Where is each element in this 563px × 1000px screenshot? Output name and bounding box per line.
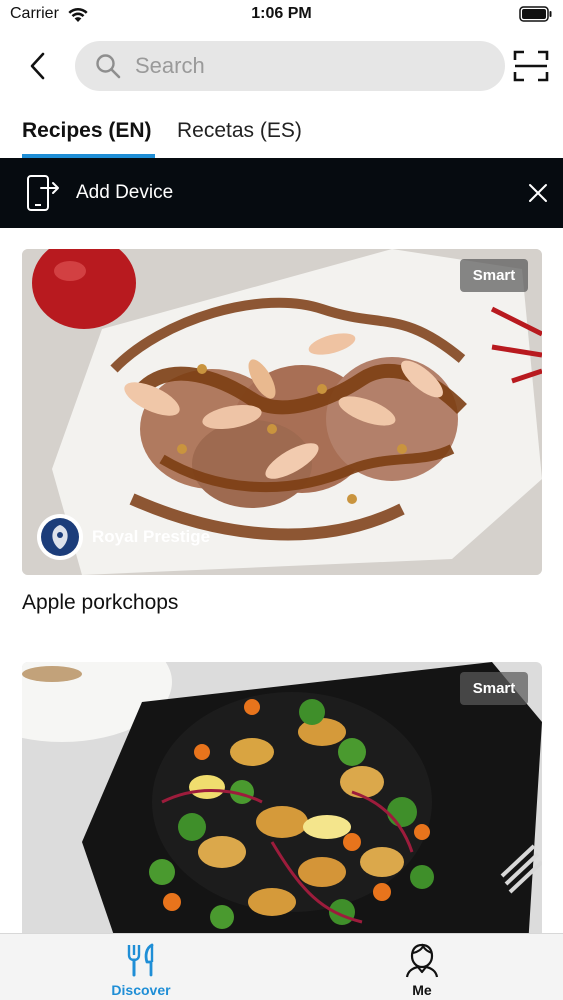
tab-label: Recipes (EN) — [22, 119, 152, 142]
fork-knife-icon — [127, 943, 154, 977]
tab-label: Recetas (ES) — [177, 119, 302, 142]
bottom-tab-bar: Discover Me — [0, 933, 563, 1000]
smart-badge: Smart — [460, 259, 528, 292]
add-device-label: Add Device — [76, 182, 174, 203]
search-input[interactable] — [135, 41, 485, 91]
language-tabs: Recipes (EN) Recetas (ES) — [0, 112, 563, 158]
back-button[interactable] — [18, 46, 58, 86]
status-bar: Carrier 1:06 PM — [0, 0, 563, 30]
scan-icon[interactable] — [513, 49, 549, 83]
recipe-card[interactable]: Smart Royal Prestige Apple porkchops — [22, 249, 542, 615]
search-icon — [96, 54, 121, 79]
search-bar[interactable] — [75, 41, 505, 91]
chevron-left-icon — [30, 52, 45, 80]
tab-recipes-en[interactable]: Recipes (EN) — [22, 112, 155, 158]
tab-me-label: Me — [412, 982, 432, 998]
add-device-banner[interactable]: Add Device — [0, 158, 563, 228]
header — [0, 40, 563, 92]
tab-recetas-es[interactable]: Recetas (ES) — [177, 112, 302, 158]
tab-discover[interactable]: Discover — [71, 934, 211, 1000]
royal-prestige-logo-icon — [37, 514, 83, 560]
tab-discover-label: Discover — [111, 982, 171, 998]
add-device-icon — [27, 175, 59, 211]
battery-icon — [519, 6, 552, 22]
brand-tag: Royal Prestige — [36, 513, 210, 561]
status-time: 1:06 PM — [251, 5, 312, 22]
tab-me[interactable]: Me — [352, 934, 492, 1000]
close-icon[interactable] — [524, 179, 552, 207]
recipe-image: Smart Royal Prestige — [22, 249, 542, 575]
recipe-title: Apple porkchops — [22, 591, 179, 614]
person-icon — [405, 943, 439, 978]
brand-name: Royal Prestige — [92, 527, 211, 546]
smart-badge: Smart — [460, 672, 528, 705]
